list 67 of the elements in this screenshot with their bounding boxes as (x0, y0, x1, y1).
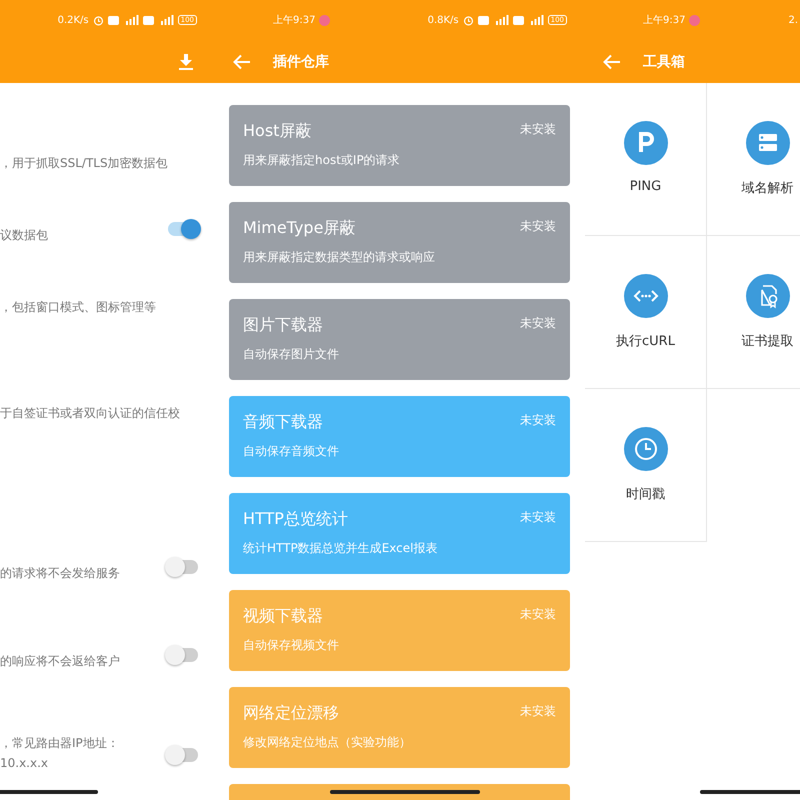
plugin-description: 用来屏蔽指定host或IP的请求 (243, 152, 401, 169)
setting-description: 的请求将不会发给服务 (0, 565, 120, 582)
plugin-card[interactable]: Host屏蔽 未安装 用来屏蔽指定host或IP的请求 (229, 105, 570, 186)
install-status: 未安装 (520, 703, 556, 720)
tool-label: PING (630, 179, 662, 194)
plugin-name: 音频下载器 (243, 412, 323, 433)
page-title: 工具箱 (643, 52, 685, 70)
network-speed: 2. (788, 14, 798, 26)
tool-label: 域名解析 (742, 180, 794, 197)
clock-icon (624, 427, 668, 471)
tool-label: 执行cURL (616, 333, 675, 350)
plugin-description: 统计HTTP数据总览并生成Excel报表 (243, 540, 438, 557)
toggle-switch[interactable] (168, 560, 198, 574)
plugin-card[interactable]: HTTP总览统计 未安装 统计HTTP数据总览并生成Excel报表 (229, 493, 570, 574)
setting-description: ，包括窗口模式、图标管理等 (0, 299, 156, 316)
server-icon (746, 121, 790, 165)
toggle-switch[interactable] (168, 648, 198, 662)
plugin-card[interactable]: 视频下载器 未安装 自动保存视频文件 (229, 590, 570, 671)
tool-tile[interactable]: 证书提取 (707, 236, 800, 389)
tool-tile[interactable]: 时间戳 (585, 389, 707, 542)
tool-tile[interactable]: 执行cURL (585, 236, 707, 389)
alarm-icon (462, 14, 474, 26)
plugin-description: 自动保存音频文件 (243, 443, 340, 460)
install-status: 未安装 (520, 218, 556, 235)
install-status: 未安装 (520, 315, 556, 332)
certificate-icon (746, 274, 790, 318)
setting-description: ，用于抓取SSL/TLS加密数据包 (0, 155, 168, 172)
plugin-card[interactable]: 图片下载器 未安装 自动保存图片文件 (229, 299, 570, 380)
download-icon[interactable] (179, 54, 193, 70)
toggle-switch[interactable] (168, 748, 198, 762)
setting-description: 的响应将不会返给客户 (0, 653, 120, 670)
setting-description: 议数据包 (0, 227, 48, 244)
network-speed: 0.8K/s (428, 14, 459, 26)
install-status: 未安装 (520, 121, 556, 138)
plugin-name: 网络定位漂移 (243, 703, 339, 724)
plugin-name: 视频下载器 (243, 606, 323, 627)
install-status: 未安装 (520, 412, 556, 429)
install-status: 未安装 (520, 606, 556, 623)
tool-tile[interactable]: 域名解析 (707, 83, 800, 236)
install-status: 未安装 (520, 509, 556, 526)
setting-description: 10.x.x.x (0, 756, 50, 770)
plugin-name: HTTP总览统计 (243, 509, 348, 530)
plugin-name: Host屏蔽 (243, 121, 312, 142)
plugin-description: 自动保存图片文件 (243, 346, 340, 363)
status-time: 上午9:37 (643, 14, 686, 27)
plugin-name: 图片下载器 (243, 315, 323, 336)
plugin-card[interactable]: MimeType屏蔽 未安装 用来屏蔽指定数据类型的请求或响应 (229, 202, 570, 283)
setting-description: 于自签证书或者双向认证的信任校 (0, 405, 180, 422)
back-arrow-icon[interactable] (603, 54, 621, 70)
tool-label: 证书提取 (742, 333, 794, 350)
plugin-description: 修改网络定位地点（实验功能） (243, 734, 412, 751)
toggle-switch[interactable] (168, 222, 198, 236)
plugin-name: MimeType屏蔽 (243, 218, 356, 239)
setting-description: ，常见路由器IP地址： (0, 735, 119, 752)
tool-label: 时间戳 (626, 486, 665, 503)
tool-tile[interactable]: PING (585, 83, 707, 236)
page-title: 插件仓库 (273, 52, 329, 70)
plugin-card[interactable]: 音频下载器 未安装 自动保存音频文件 (229, 396, 570, 477)
alarm-icon (92, 14, 104, 26)
network-speed: 0.2K/s (58, 14, 89, 26)
plugin-description: 自动保存视频文件 (243, 637, 340, 654)
code-brackets-icon (624, 274, 668, 318)
p-letter-icon (624, 121, 668, 165)
back-arrow-icon[interactable] (233, 54, 251, 70)
status-time: 上午9:37 (273, 14, 316, 27)
plugin-description: 用来屏蔽指定数据类型的请求或响应 (243, 249, 436, 266)
plugin-card[interactable]: 网络定位漂移 未安装 修改网络定位地点（实验功能） (229, 687, 570, 768)
